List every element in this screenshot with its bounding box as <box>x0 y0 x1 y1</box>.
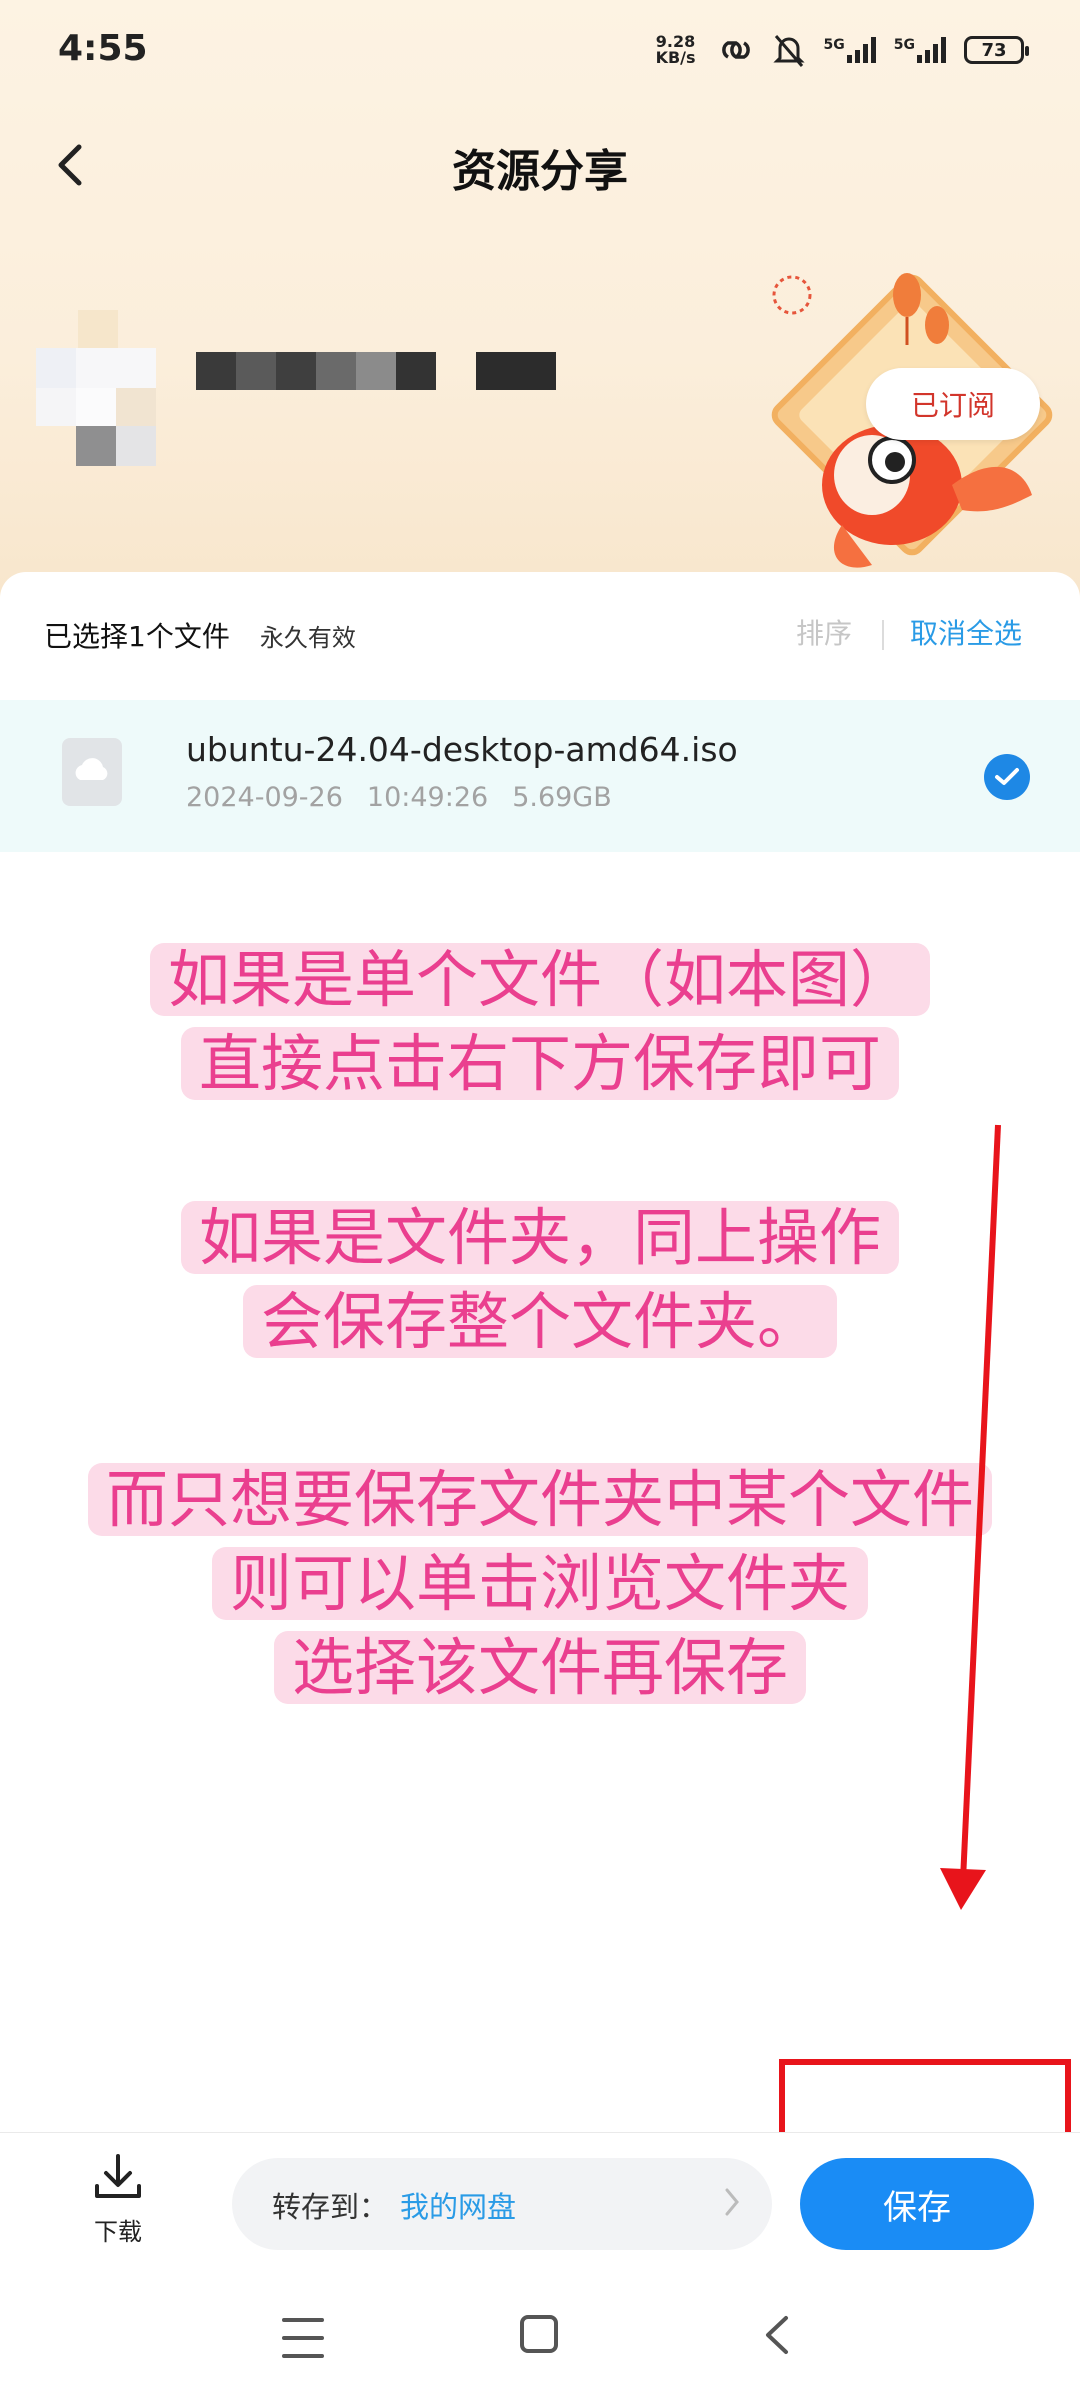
checkbox-checked-icon[interactable] <box>984 754 1030 800</box>
sharer-info <box>36 300 736 480</box>
page-title: 资源分享 <box>452 146 628 197</box>
signal-bars-icon <box>846 37 876 63</box>
menu-icon[interactable] <box>282 2318 324 2358</box>
selected-count: 已选择1个文件 <box>44 620 230 653</box>
deselect-all-button[interactable]: 取消全选 <box>910 612 1022 652</box>
annotation-note-3: 而只想要保存文件夹中某个文件 则可以单击浏览文件夹 选择该文件再保存 <box>0 1458 1080 1710</box>
file-list-item[interactable]: ubuntu-24.04-desktop-amd64.iso 2024-09-2… <box>0 700 1080 852</box>
file-time: 10:49:26 <box>366 782 489 813</box>
download-icon <box>95 2154 141 2198</box>
app-header: 资源分享 <box>0 115 1080 215</box>
status-bar: 4:55 9.28 KB/s 5G 5G 73 <box>0 0 1080 100</box>
signal-1: 5G <box>824 37 876 63</box>
home-icon[interactable] <box>520 2315 558 2353</box>
file-meta: 2024-09-26 10:49:26 5.69GB <box>186 782 636 813</box>
file-date: 2024-09-26 <box>186 782 343 813</box>
file-name: ubuntu-24.04-desktop-amd64.iso <box>186 730 738 769</box>
selection-bar: 已选择1个文件 永久有效 <box>44 610 356 660</box>
download-button[interactable]: 下载 <box>78 2150 158 2260</box>
back-icon[interactable] <box>758 2312 798 2358</box>
sharer-name-redacted <box>196 352 556 390</box>
annotation-note-2: 如果是文件夹，同上操作 会保存整个文件夹。 <box>0 1196 1080 1364</box>
mute-bell-icon <box>772 35 805 67</box>
signal-2: 5G <box>894 37 946 63</box>
battery-icon: 73 <box>964 36 1029 64</box>
cloud-file-icon <box>62 738 122 806</box>
status-time: 4:55 <box>58 28 148 69</box>
avatar[interactable] <box>36 310 206 470</box>
destination-label: 转存到： <box>272 2190 389 2224</box>
validity-label: 永久有效 <box>259 623 356 652</box>
destination-value[interactable]: 我的网盘 <box>400 2184 516 2226</box>
download-label: 下载 <box>94 2218 142 2246</box>
link-icon <box>721 41 750 59</box>
chevron-right-icon <box>725 2188 739 2216</box>
file-size: 5.69GB <box>512 782 612 813</box>
subscribed-button[interactable]: 已订阅 <box>866 368 1040 440</box>
sort-button[interactable]: 排序 <box>796 612 852 652</box>
save-button[interactable]: 保存 <box>800 2158 1034 2250</box>
annotation-note-1: 如果是单个文件（如本图） 直接点击右下方保存即可 <box>0 938 1080 1106</box>
status-icons: 9.28 KB/s 5G 5G 73 <box>655 28 1029 72</box>
net-speed: 9.28 KB/s <box>655 32 696 67</box>
divider <box>882 620 884 650</box>
signal-bars-icon <box>917 37 946 63</box>
